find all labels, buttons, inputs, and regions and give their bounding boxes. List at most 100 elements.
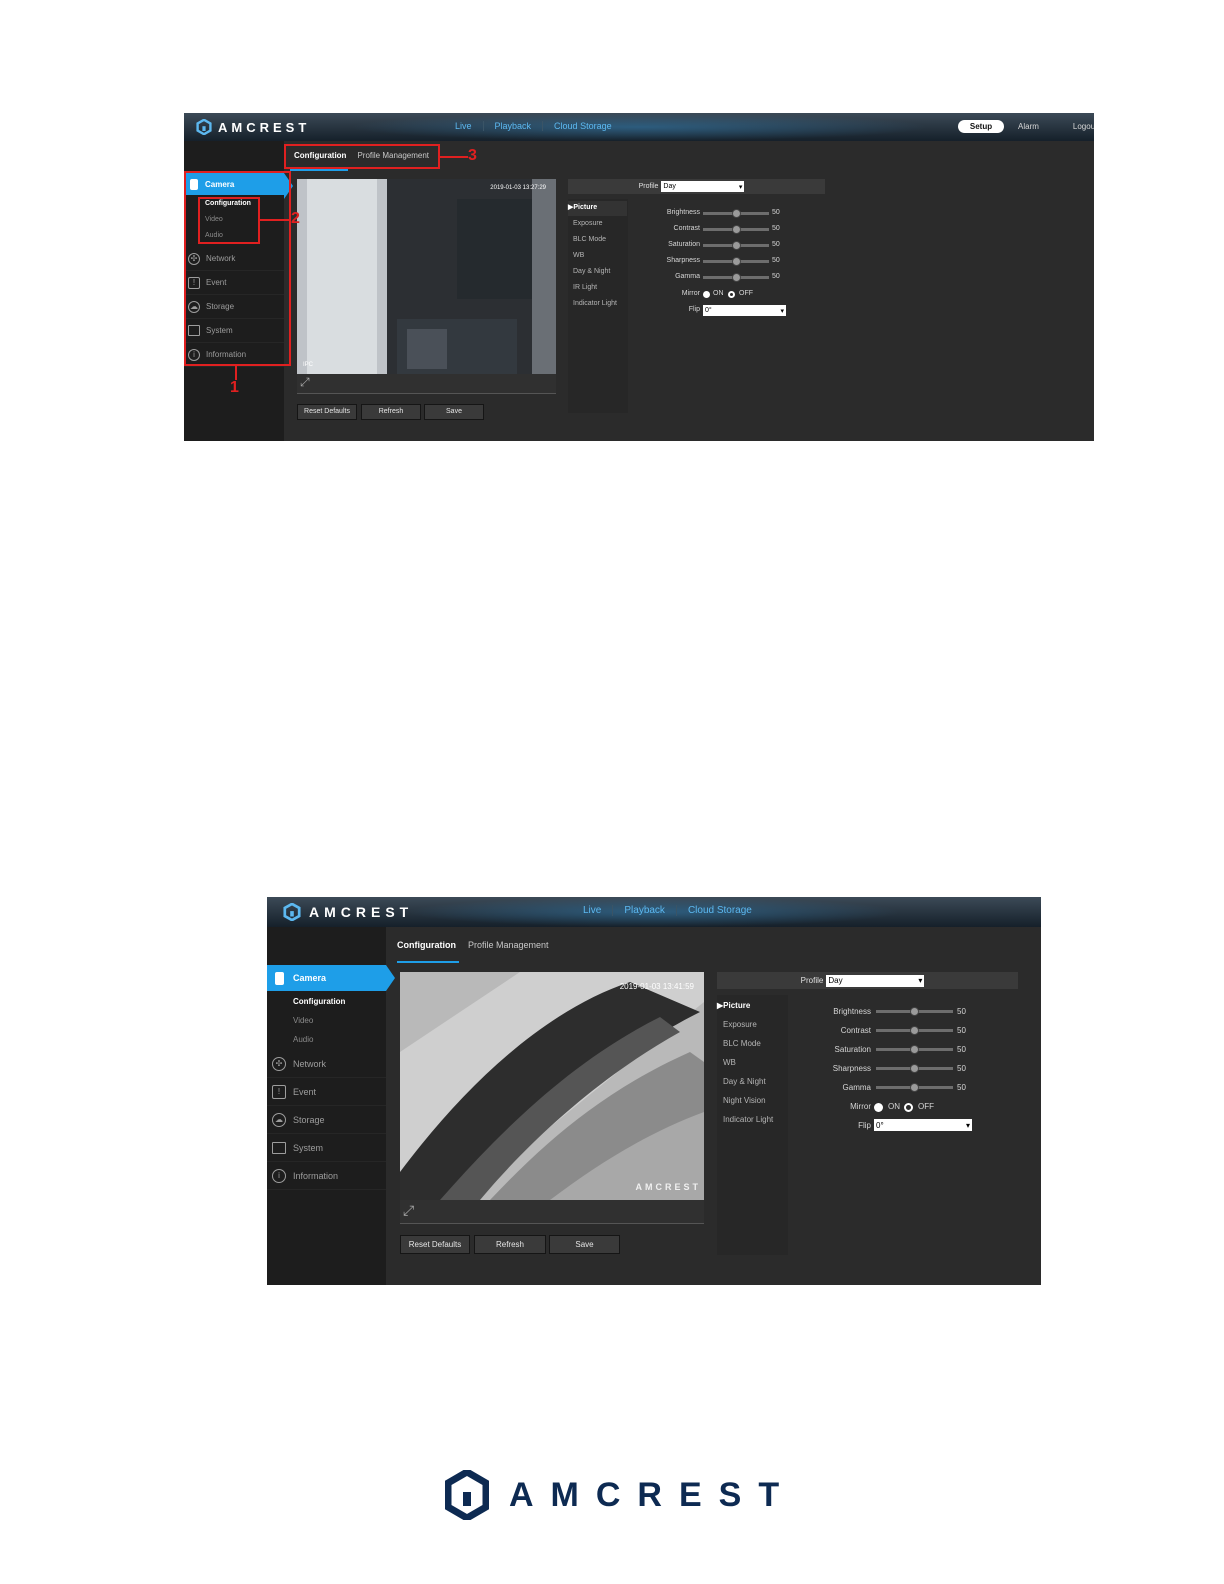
slider-handle[interactable]	[910, 1007, 919, 1016]
save-button[interactable]: Save	[424, 404, 484, 420]
flip-select[interactable]: 0° ▾	[703, 305, 786, 316]
menu-picture[interactable]: ▶Picture	[568, 203, 597, 211]
menu-exposure[interactable]: Exposure	[723, 1020, 757, 1029]
sidebar-sub-video[interactable]: Video	[293, 1016, 313, 1025]
footer-brand-logo: AMCREST	[445, 1470, 796, 1520]
settings-menu	[717, 995, 788, 1255]
reset-defaults-button[interactable]: Reset Defaults	[297, 404, 357, 420]
slider-handle[interactable]	[910, 1083, 919, 1092]
save-button[interactable]: Save	[549, 1235, 620, 1254]
fullscreen-expand-icon[interactable]: ⤢	[300, 375, 310, 390]
tab-underline	[397, 961, 459, 963]
mirror-off-radio[interactable]	[904, 1103, 913, 1112]
menu-exposure[interactable]: Exposure	[573, 220, 603, 227]
refresh-button[interactable]: Refresh	[361, 404, 421, 420]
contrast-slider[interactable]	[703, 225, 769, 234]
system-monitor-icon	[272, 1141, 286, 1154]
tab-profile-management[interactable]: Profile Management	[468, 940, 549, 950]
flip-label: Flip	[688, 306, 700, 313]
slider-handle[interactable]	[910, 1026, 919, 1035]
sharpness-label: Sharpness	[832, 1064, 871, 1073]
menu-ir-light[interactable]: IR Light	[573, 284, 597, 291]
profile-select[interactable]: Day ▾	[661, 181, 745, 192]
video-frame-image	[297, 179, 556, 374]
nav-live[interactable]: Live	[572, 905, 614, 916]
contrast-label: Contrast	[673, 225, 700, 232]
sidebar-item-event[interactable]: ! Event	[267, 1078, 386, 1106]
slider-handle[interactable]	[910, 1064, 919, 1073]
nav-cloud-storage[interactable]: Cloud Storage	[677, 905, 763, 916]
menu-indicator-light[interactable]: Indicator Light	[723, 1115, 773, 1124]
sharpness-slider[interactable]	[876, 1064, 953, 1073]
sharpness-label: Sharpness	[666, 257, 700, 264]
alarm-link[interactable]: Alarm	[1018, 122, 1039, 131]
menu-indicator-light[interactable]: Indicator Light	[573, 300, 617, 307]
amcrest-logo-icon	[196, 119, 212, 135]
brightness-slider[interactable]	[703, 209, 769, 218]
sidebar-item-storage[interactable]: ☁ Storage	[267, 1106, 386, 1134]
sidebar-item-information[interactable]: i Information	[267, 1162, 386, 1190]
annotation-leader-1	[235, 366, 237, 380]
brightness-value: 50	[957, 1007, 966, 1016]
chevron-down-icon: ▾	[738, 183, 743, 191]
nav-playback[interactable]: Playback	[484, 121, 544, 131]
slider-handle[interactable]	[732, 273, 741, 282]
menu-blc-mode[interactable]: BLC Mode	[573, 236, 606, 243]
video-frame-image	[400, 972, 704, 1200]
menu-blc-mode[interactable]: BLC Mode	[723, 1039, 761, 1048]
menu-day-night[interactable]: Day & Night	[573, 268, 610, 275]
saturation-slider[interactable]	[703, 241, 769, 250]
sidebar-sub-audio[interactable]: Audio	[293, 1035, 313, 1044]
refresh-button[interactable]: Refresh	[474, 1235, 546, 1254]
nav-live[interactable]: Live	[444, 121, 484, 131]
mirror-label: Mirror	[850, 1102, 871, 1111]
contrast-slider[interactable]	[876, 1026, 953, 1035]
menu-night-vision[interactable]: Night Vision	[723, 1096, 766, 1105]
slider-handle[interactable]	[910, 1045, 919, 1054]
brand-logo: AMCREST	[196, 119, 310, 135]
profile-select[interactable]: Day ▾	[826, 974, 925, 987]
nav-playback[interactable]: Playback	[613, 905, 677, 916]
gamma-slider[interactable]	[876, 1083, 953, 1092]
fullscreen-expand-icon[interactable]: ⤢	[403, 1202, 414, 1219]
brightness-value: 50	[772, 209, 780, 216]
flip-select[interactable]: 0° ▾	[874, 1119, 972, 1131]
sidebar-item-network[interactable]: ✣ Network	[267, 1050, 386, 1078]
gamma-slider[interactable]	[703, 273, 769, 282]
event-alarm-icon: !	[272, 1084, 286, 1099]
menu-day-night[interactable]: Day & Night	[723, 1077, 766, 1086]
profile-bar: Profile Day ▾	[568, 179, 825, 194]
slider-handle[interactable]	[732, 241, 741, 250]
mirror-off-radio[interactable]	[728, 291, 735, 298]
slider-handle[interactable]	[732, 225, 741, 234]
chevron-down-icon: ▾	[965, 1120, 970, 1130]
menu-wb[interactable]: WB	[723, 1058, 736, 1067]
nav-cloud-storage[interactable]: Cloud Storage	[543, 121, 623, 131]
slider-handle[interactable]	[732, 257, 741, 266]
sidebar-item-label: Event	[293, 1086, 317, 1097]
reset-defaults-button[interactable]: Reset Defaults	[400, 1235, 470, 1254]
video-channel-label: IPC	[303, 362, 314, 368]
video-toolbar: ⤢	[400, 1200, 704, 1224]
menu-wb[interactable]: WB	[573, 252, 584, 259]
mirror-on-label: ON	[713, 290, 724, 297]
menu-picture[interactable]: ▶Picture	[717, 1001, 750, 1010]
slider-handle[interactable]	[732, 209, 741, 218]
saturation-slider[interactable]	[876, 1045, 953, 1054]
sharpness-slider[interactable]	[703, 257, 769, 266]
mirror-on-radio[interactable]	[703, 291, 710, 298]
logout-link[interactable]: Logout	[1073, 122, 1094, 131]
sharpness-value: 50	[772, 257, 780, 264]
sidebar-sub-configuration[interactable]: Configuration	[293, 997, 345, 1006]
sidebar-item-camera[interactable]: Camera	[267, 965, 395, 991]
mirror-on-radio[interactable]	[874, 1103, 883, 1112]
video-preview: 2019-01-03 13:41:59 AMCREST	[400, 972, 704, 1200]
tab-configuration[interactable]: Configuration	[397, 940, 456, 950]
setup-button[interactable]: Setup	[958, 120, 1004, 133]
top-nav-bar: AMCREST Live Playback Cloud Storage	[267, 897, 1041, 927]
contrast-value: 50	[957, 1026, 966, 1035]
sidebar-item-system[interactable]: System	[267, 1134, 386, 1162]
brightness-slider[interactable]	[876, 1007, 953, 1016]
profile-select-value: Day	[663, 183, 676, 190]
tab-underline	[290, 169, 348, 171]
